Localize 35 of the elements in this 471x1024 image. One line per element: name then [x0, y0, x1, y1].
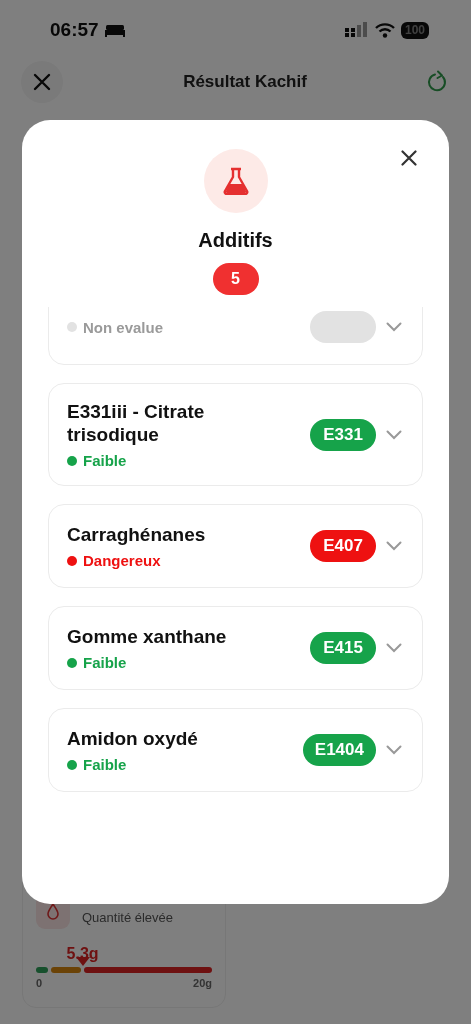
- bed-icon: [104, 23, 125, 37]
- scale-max: 20g: [193, 977, 212, 989]
- additive-name: Carraghénanes: [67, 523, 207, 546]
- additive-code: E415: [310, 632, 376, 664]
- chevron-down-icon[interactable]: [386, 322, 402, 332]
- modal-title: Additifs: [198, 229, 273, 252]
- chevron-down-icon[interactable]: [386, 541, 402, 551]
- status-label: Faible: [83, 452, 127, 469]
- screen-title: Résultat Kachif: [183, 72, 307, 92]
- additive-code: E407: [310, 530, 376, 562]
- additive-name: Gomme xanthane: [67, 625, 228, 648]
- signal-icon: [344, 22, 369, 38]
- nutrient-level: Quantité élevée: [82, 909, 174, 925]
- additive-code: [310, 311, 376, 343]
- clock: 06:57: [50, 19, 99, 41]
- status-label: Non evalue: [83, 318, 164, 336]
- close-icon: [401, 150, 417, 166]
- status-label: Faible: [83, 756, 127, 773]
- scale-min: 0: [36, 977, 43, 989]
- chevron-down-icon[interactable]: [386, 429, 402, 440]
- refresh-icon[interactable]: [427, 70, 449, 94]
- status-label: Dangereux: [83, 552, 161, 569]
- additive-code: E331: [310, 418, 376, 451]
- gauge-segment: [36, 967, 48, 973]
- additive-code: E1404: [302, 734, 376, 766]
- battery-icon: 100: [400, 21, 429, 39]
- additive-name: E331iii - Citrate trisodique: [67, 400, 206, 446]
- count-badge: 5: [212, 263, 259, 295]
- gauge-segment: [50, 967, 82, 973]
- status-label: Faible: [83, 654, 127, 671]
- wifi-icon: [374, 22, 395, 38]
- additive-name: Amidon oxydé: [67, 727, 199, 750]
- close-icon: [33, 73, 51, 91]
- chevron-down-icon[interactable]: [386, 643, 402, 653]
- chevron-down-icon[interactable]: [386, 745, 402, 755]
